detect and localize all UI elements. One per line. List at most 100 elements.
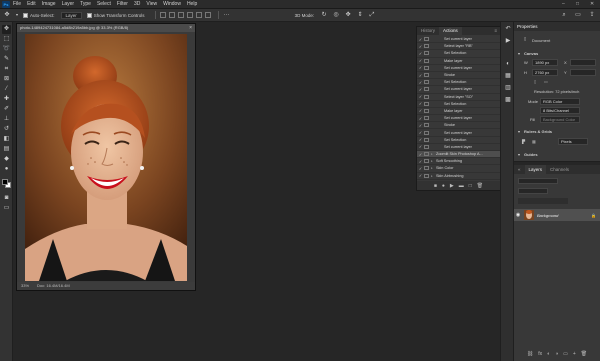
- link-icon[interactable]: ⛓: [527, 351, 533, 359]
- canvas-image[interactable]: [25, 34, 187, 281]
- chevron-down-icon[interactable]: ▾: [518, 51, 520, 56]
- canvas-height-field[interactable]: 2760 px: [532, 69, 558, 76]
- menu-image[interactable]: Image: [42, 1, 56, 7]
- gradient-tool-icon[interactable]: ▤: [2, 145, 11, 154]
- history-brush-tool-icon[interactable]: ↺: [2, 125, 11, 134]
- dialog-toggle-icon[interactable]: [424, 101, 429, 106]
- align-middle-icon[interactable]: [195, 12, 202, 18]
- dialog-toggle-icon[interactable]: [424, 44, 429, 49]
- lasso-tool-icon[interactable]: ➰: [2, 45, 11, 54]
- mask-icon[interactable]: ◐: [547, 351, 550, 359]
- dialog-toggle-icon[interactable]: [424, 87, 429, 92]
- tab-layers[interactable]: Layers: [524, 165, 547, 174]
- more-options-icon[interactable]: ···: [223, 11, 231, 19]
- zoom-level[interactable]: 33%: [21, 282, 29, 290]
- dialog-toggle-icon[interactable]: [424, 58, 429, 63]
- photoshop-logo[interactable]: Ps: [2, 0, 10, 8]
- patterns-icon[interactable]: ▩: [504, 96, 512, 104]
- check-icon[interactable]: ✓: [417, 58, 424, 63]
- check-icon[interactable]: ✓: [417, 65, 424, 70]
- blend-mode-dropdown[interactable]: [518, 188, 548, 194]
- new-set-icon[interactable]: ▬: [459, 183, 464, 189]
- frame-tool-icon[interactable]: ⊠: [2, 75, 11, 84]
- history-icon[interactable]: ↶: [504, 25, 512, 33]
- new-layer-icon[interactable]: +: [573, 351, 576, 359]
- dialog-toggle-icon[interactable]: [424, 173, 429, 178]
- maximize-button[interactable]: □: [576, 1, 579, 7]
- foreground-color-swatch[interactable]: [2, 179, 8, 185]
- units-dropdown[interactable]: Pixels: [558, 138, 588, 145]
- check-icon[interactable]: ✓: [417, 173, 424, 178]
- check-icon[interactable]: ✓: [417, 152, 424, 157]
- color-icon[interactable]: ◐: [504, 60, 512, 68]
- 3d-rotate-icon[interactable]: ↻: [320, 11, 328, 19]
- brush-tool-icon[interactable]: ✐: [2, 105, 11, 114]
- align-bottom-icon[interactable]: [204, 12, 211, 18]
- menu-3d[interactable]: 3D: [134, 1, 140, 7]
- action-row[interactable]: ✓ Make layer: [417, 108, 500, 116]
- check-icon[interactable]: ✓: [417, 44, 424, 49]
- dodge-tool-icon[interactable]: ●: [2, 165, 11, 174]
- check-icon[interactable]: ✓: [417, 80, 424, 85]
- check-icon[interactable]: ✓: [417, 137, 424, 142]
- stop-recording-icon[interactable]: ■: [434, 183, 437, 189]
- check-icon[interactable]: ✓: [417, 144, 424, 149]
- 3d-pan-icon[interactable]: ✥: [344, 11, 352, 19]
- menu-window[interactable]: Window: [163, 1, 181, 7]
- action-row[interactable]: ✓ Select layer "RB": [417, 43, 500, 51]
- marquee-tool-icon[interactable]: ⬚: [2, 35, 11, 44]
- ruler-icon[interactable]: ▛: [522, 139, 525, 144]
- close-window-button[interactable]: ✕: [590, 1, 594, 7]
- action-row[interactable]: ✓ Set current layer: [417, 129, 500, 137]
- orientation-landscape-icon[interactable]: ▭: [544, 79, 548, 84]
- menu-layer[interactable]: Layer: [62, 1, 75, 7]
- actions-play-icon[interactable]: ▶: [504, 37, 512, 45]
- dialog-toggle-icon[interactable]: [424, 51, 429, 56]
- trash-icon[interactable]: 🗑: [581, 351, 587, 359]
- fx-icon[interactable]: fx: [538, 351, 542, 359]
- dialog-toggle-icon[interactable]: [424, 108, 429, 113]
- action-row[interactable]: ✓ Set current layer: [417, 65, 500, 72]
- canvas-width-field[interactable]: 1890 px: [532, 59, 558, 66]
- action-row[interactable]: ✓ Stroke: [417, 122, 500, 130]
- play-icon[interactable]: ▶: [450, 183, 454, 189]
- check-icon[interactable]: ✓: [417, 116, 424, 121]
- quick-mask-icon[interactable]: ◙: [2, 194, 11, 203]
- menu-view[interactable]: View: [146, 1, 157, 7]
- move-tool-icon[interactable]: ✥: [2, 25, 11, 34]
- group-icon[interactable]: ▭: [563, 351, 568, 359]
- crop-tool-icon[interactable]: ⌗: [2, 65, 11, 74]
- canvas-y-field[interactable]: [570, 69, 596, 76]
- layer-filter-dropdown[interactable]: [518, 178, 558, 184]
- check-icon[interactable]: ✓: [417, 123, 424, 128]
- action-row[interactable]: ✓ Set Selection: [417, 137, 500, 144]
- tab-actions[interactable]: Actions: [439, 27, 462, 35]
- auto-select-dropdown[interactable]: Layer: [60, 11, 82, 19]
- action-row[interactable]: ✓ Set Selection: [417, 79, 500, 87]
- action-row[interactable]: ✓ Set current layer: [417, 115, 500, 123]
- menu-select[interactable]: Select: [97, 1, 111, 7]
- eyedropper-tool-icon[interactable]: ⁄: [2, 85, 11, 94]
- dialog-toggle-icon[interactable]: [424, 73, 429, 78]
- check-icon[interactable]: ✓: [417, 166, 424, 171]
- tab-channels[interactable]: Channels: [546, 165, 573, 174]
- dialog-toggle-icon[interactable]: [424, 159, 429, 164]
- bit-depth-dropdown[interactable]: 8 Bits/Channel: [540, 107, 580, 114]
- action-row[interactable]: ✓ ▸ Skin Color: [417, 165, 500, 173]
- clone-stamp-tool-icon[interactable]: ⊥: [2, 115, 11, 124]
- check-icon[interactable]: ✓: [417, 73, 424, 78]
- new-action-icon[interactable]: □: [469, 183, 472, 189]
- action-row[interactable]: ✓ Set Selection: [417, 50, 500, 58]
- properties-tab[interactable]: Properties: [514, 22, 600, 31]
- adjustment-icon[interactable]: ◑: [555, 351, 558, 359]
- dialog-toggle-icon[interactable]: [424, 80, 429, 85]
- gradients-icon[interactable]: ▥: [504, 84, 512, 92]
- tab-history[interactable]: History: [417, 27, 439, 35]
- dialog-toggle-icon[interactable]: [424, 94, 429, 99]
- chevron-down-icon[interactable]: ▾: [518, 152, 520, 157]
- eraser-tool-icon[interactable]: ◧: [2, 135, 11, 144]
- search-icon[interactable]: ⌕: [560, 11, 568, 19]
- action-row[interactable]: ✓ Set current layer: [417, 144, 500, 151]
- menu-file[interactable]: File: [13, 1, 21, 7]
- check-icon[interactable]: ✓: [417, 101, 424, 106]
